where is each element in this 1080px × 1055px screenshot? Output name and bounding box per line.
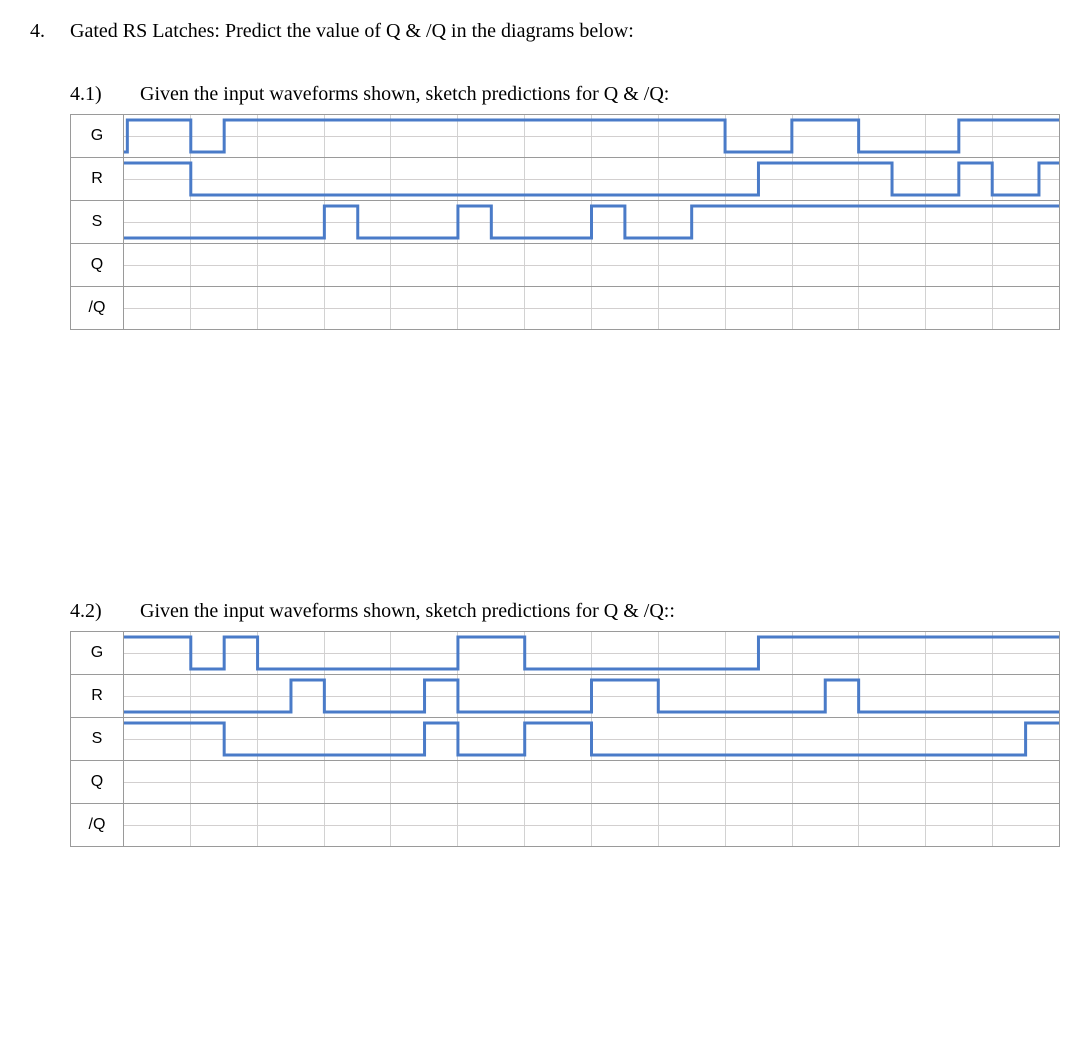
- signal-track: [124, 287, 1060, 330]
- sub-text: Given the input waveforms shown, sketch …: [140, 600, 675, 623]
- timing-diagram-2: GRSQ/Q: [70, 631, 1060, 847]
- signal-row-nQ: /Q: [71, 287, 1060, 330]
- signal-row-S: S: [71, 201, 1060, 244]
- signal-label: Q: [71, 761, 124, 804]
- signal-track: [124, 158, 1060, 201]
- signal-track: [124, 244, 1060, 287]
- signal-label: R: [71, 158, 124, 201]
- signal-row-R: R: [71, 675, 1060, 718]
- question-header: 4. Gated RS Latches: Predict the value o…: [30, 20, 1050, 43]
- signal-row-G: G: [71, 632, 1060, 675]
- waveform-R: [124, 158, 1059, 200]
- waveform-G: [124, 115, 1059, 157]
- signal-label: S: [71, 201, 124, 244]
- signal-track: [124, 115, 1060, 158]
- waveform-R: [124, 675, 1059, 717]
- waveform-S: [124, 201, 1059, 243]
- timing-diagram-1: GRSQ/Q: [70, 114, 1060, 330]
- signal-track: [124, 761, 1060, 804]
- waveform-S: [124, 718, 1059, 760]
- waveform-G: [124, 632, 1059, 674]
- signal-track: [124, 201, 1060, 244]
- signal-label: /Q: [71, 287, 124, 330]
- signal-label: /Q: [71, 804, 124, 847]
- signal-label: R: [71, 675, 124, 718]
- sub-number: 4.1): [70, 83, 140, 106]
- signal-row-Q: Q: [71, 244, 1060, 287]
- signal-row-G: G: [71, 115, 1060, 158]
- signal-track: [124, 804, 1060, 847]
- signal-label: Q: [71, 244, 124, 287]
- signal-row-R: R: [71, 158, 1060, 201]
- sub-number: 4.2): [70, 600, 140, 623]
- signal-label: G: [71, 632, 124, 675]
- signal-label: S: [71, 718, 124, 761]
- question-number: 4.: [30, 20, 70, 43]
- signal-row-Q: Q: [71, 761, 1060, 804]
- subsection-4-1: 4.1) Given the input waveforms shown, sk…: [70, 83, 1050, 330]
- subsection-4-2: 4.2) Given the input waveforms shown, sk…: [70, 600, 1050, 847]
- question-text: Gated RS Latches: Predict the value of Q…: [70, 20, 634, 43]
- signal-track: [124, 675, 1060, 718]
- sub-text: Given the input waveforms shown, sketch …: [140, 83, 669, 106]
- signal-row-nQ: /Q: [71, 804, 1060, 847]
- signal-label: G: [71, 115, 124, 158]
- signal-track: [124, 632, 1060, 675]
- signal-track: [124, 718, 1060, 761]
- signal-row-S: S: [71, 718, 1060, 761]
